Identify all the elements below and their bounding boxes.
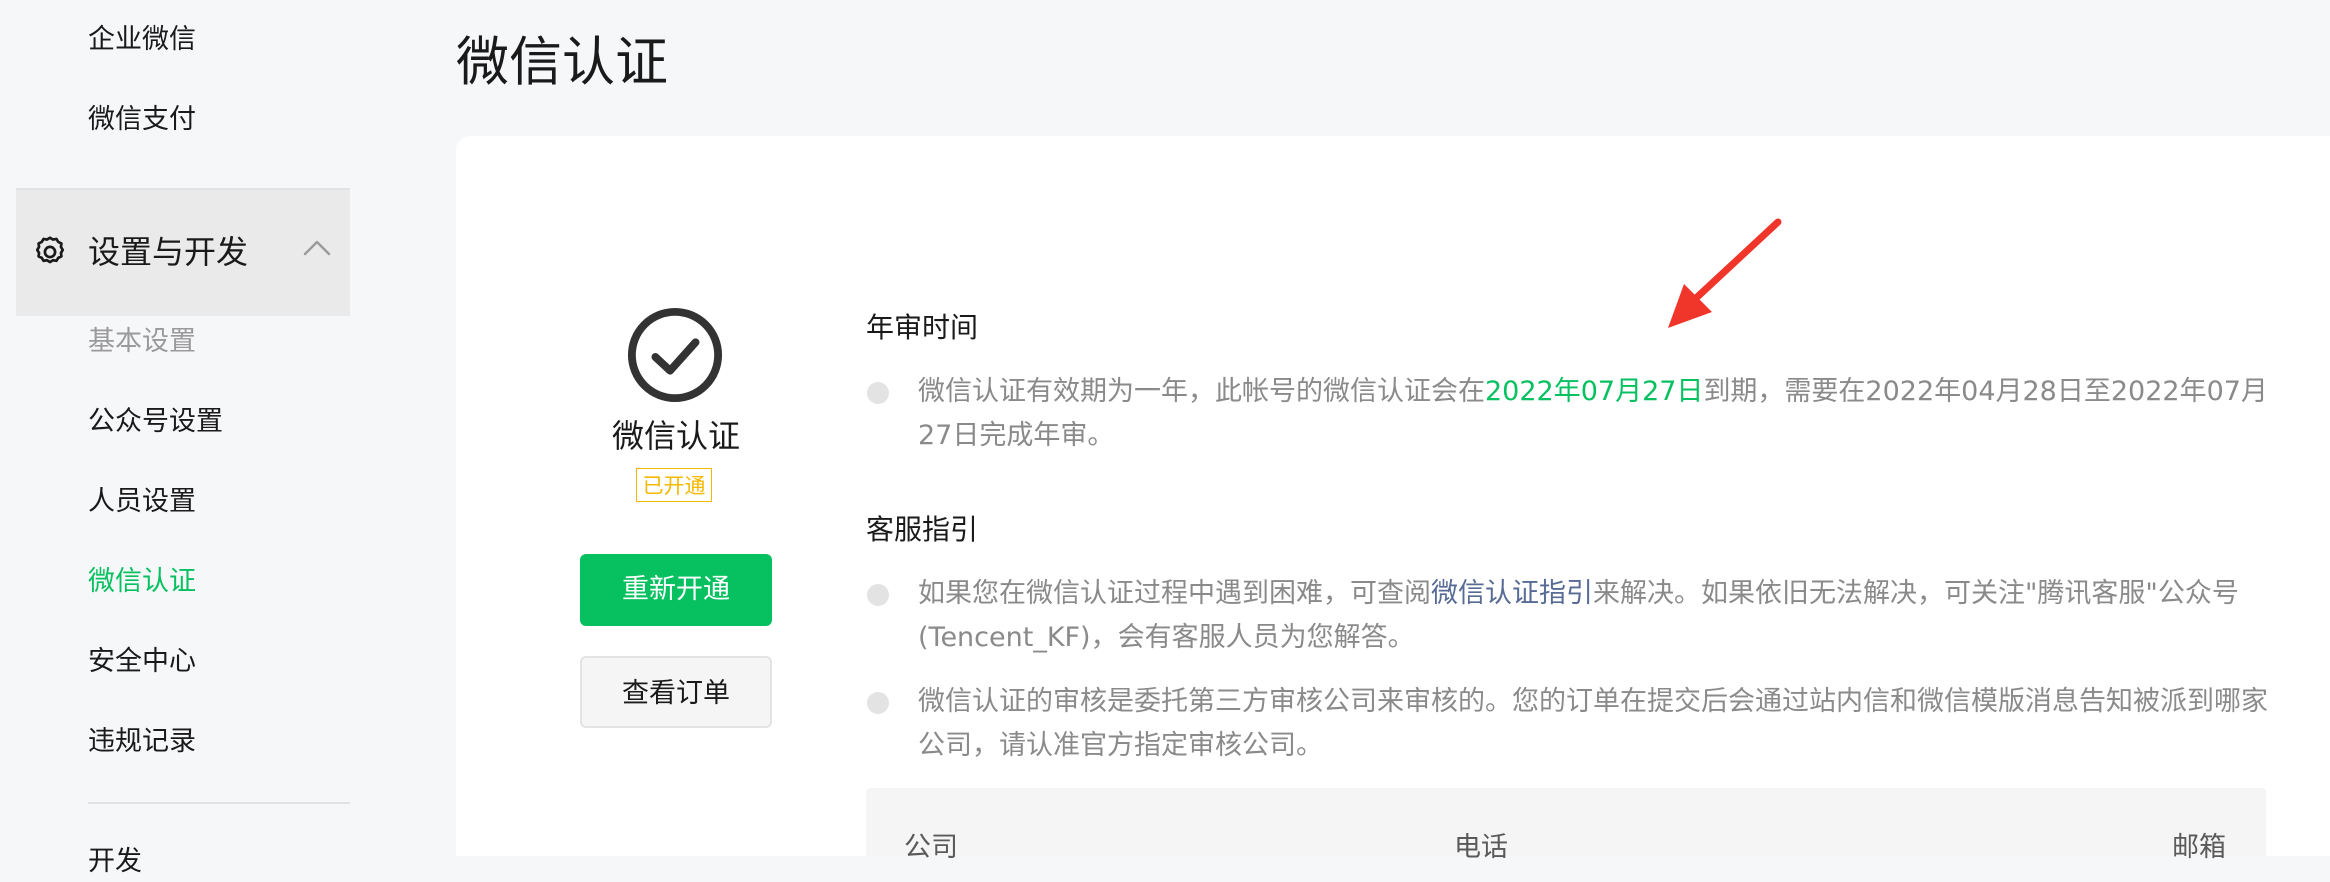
status-badge: 已开通 xyxy=(636,468,712,502)
sidebar-item-dev[interactable]: 开发 xyxy=(88,842,142,882)
annual-review-text: 微信认证有效期为一年，此帐号的微信认证会在2022年07月27日到期，需要在20… xyxy=(918,370,2270,458)
column-header-company: 公司 xyxy=(904,832,958,863)
service-guide-item-2: 微信认证的审核是委托第三方审核公司来审核的。您的订单在提交后会通过站内信和微信模… xyxy=(918,686,2268,761)
page-title: 微信认证 xyxy=(456,32,668,93)
service-guide-item-1-before: 如果您在微信认证过程中遇到困难，可查阅 xyxy=(918,578,1431,609)
sidebar-group-settings-dev[interactable]: 设置与开发 xyxy=(16,188,350,316)
sidebar-item-basic-settings[interactable]: 基本设置 xyxy=(88,322,196,362)
sidebar-group-label: 设置与开发 xyxy=(88,233,249,271)
bullet-dot xyxy=(867,692,889,714)
annual-review-title: 年审时间 xyxy=(866,311,979,344)
bullet-dot xyxy=(867,584,889,606)
column-header-phone: 电话 xyxy=(1454,832,1508,863)
sidebar-item-wechat-pay[interactable]: 微信支付 xyxy=(88,100,196,140)
certification-name: 微信认证 xyxy=(611,417,740,455)
sidebar-item-violation-records[interactable]: 违规记录 xyxy=(88,722,196,762)
view-orders-button[interactable]: 查看订单 xyxy=(580,656,772,728)
sidebar-item-work-wechat[interactable]: 企业微信 xyxy=(88,20,196,60)
service-guide-title: 客服指引 xyxy=(866,513,979,546)
chevron-up-icon[interactable] xyxy=(302,238,332,258)
sidebar-divider xyxy=(88,802,350,804)
company-table-header: 公司 电话 邮箱 xyxy=(866,788,2266,863)
column-header-email: 邮箱 xyxy=(2172,832,2226,863)
gear-icon xyxy=(35,236,65,264)
sidebar: 企业微信 微信支付 设置与开发 基本设置 公众号设置 人员设置 微信认证 安全中… xyxy=(0,0,352,877)
sidebar-item-account-settings[interactable]: 公众号设置 xyxy=(88,402,223,442)
sidebar-item-staff-settings[interactable]: 人员设置 xyxy=(88,482,196,522)
renew-button[interactable]: 重新开通 xyxy=(580,554,772,626)
check-circle-icon xyxy=(627,307,723,403)
sidebar-item-security-center[interactable]: 安全中心 xyxy=(88,642,196,682)
red-arrow-icon xyxy=(1668,218,1782,328)
service-guide-item-1: 如果您在微信认证过程中遇到困难，可查阅微信认证指引来解决。如果依旧无法解决，可关… xyxy=(918,572,2270,660)
expiry-date: 2022年07月27日 xyxy=(1485,376,1704,407)
bullet-dot xyxy=(867,382,889,404)
sidebar-item-wechat-certification[interactable]: 微信认证 xyxy=(88,562,196,602)
annual-review-text-before: 微信认证有效期为一年，此帐号的微信认证会在 xyxy=(918,376,1485,407)
certification-guide-link[interactable]: 微信认证指引 xyxy=(1431,578,1593,609)
